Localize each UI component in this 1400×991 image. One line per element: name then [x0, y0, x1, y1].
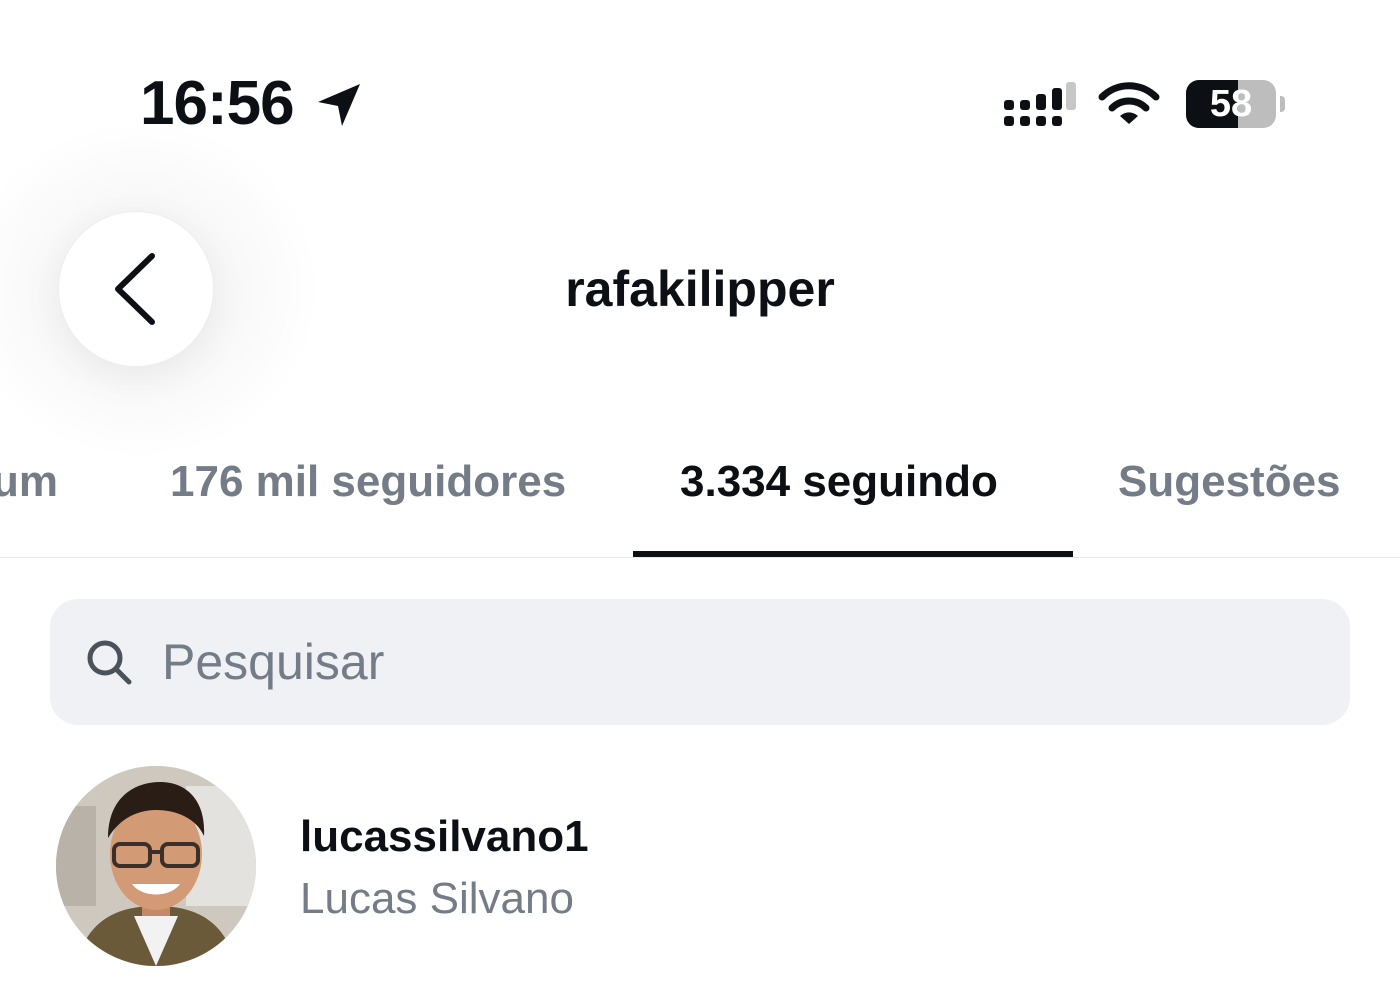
search-icon: [87, 640, 132, 685]
battery-tip: [1280, 96, 1285, 112]
tab-partial[interactable]: um: [0, 454, 58, 510]
battery-icon: 58: [1186, 80, 1276, 128]
wifi-icon: [1098, 82, 1160, 124]
tab-following[interactable]: 3.334 seguindo: [680, 454, 998, 510]
page-title: rafakilipper: [565, 261, 835, 317]
location-arrow-icon: [318, 84, 360, 126]
list-item-username: lucassilvano1: [300, 812, 589, 861]
list-item[interactable]: lucassilvano1 Lucas Silvano: [0, 760, 1400, 970]
avatar[interactable]: [56, 766, 256, 966]
avatar-photo: [56, 766, 256, 966]
tabs-divider: [0, 557, 1400, 558]
cellular-signal-icon: [1004, 82, 1076, 126]
battery-level: 58: [1209, 83, 1253, 125]
tab-bar: um 176 mil seguidores 3.334 seguindo Sug…: [0, 430, 1400, 558]
list-item-full-name: Lucas Silvano: [300, 874, 574, 923]
tab-suggestions[interactable]: Sugestões: [1118, 454, 1341, 510]
tab-followers[interactable]: 176 mil seguidores: [170, 454, 566, 510]
search-bar[interactable]: [50, 599, 1350, 725]
search-input[interactable]: [162, 623, 1312, 701]
